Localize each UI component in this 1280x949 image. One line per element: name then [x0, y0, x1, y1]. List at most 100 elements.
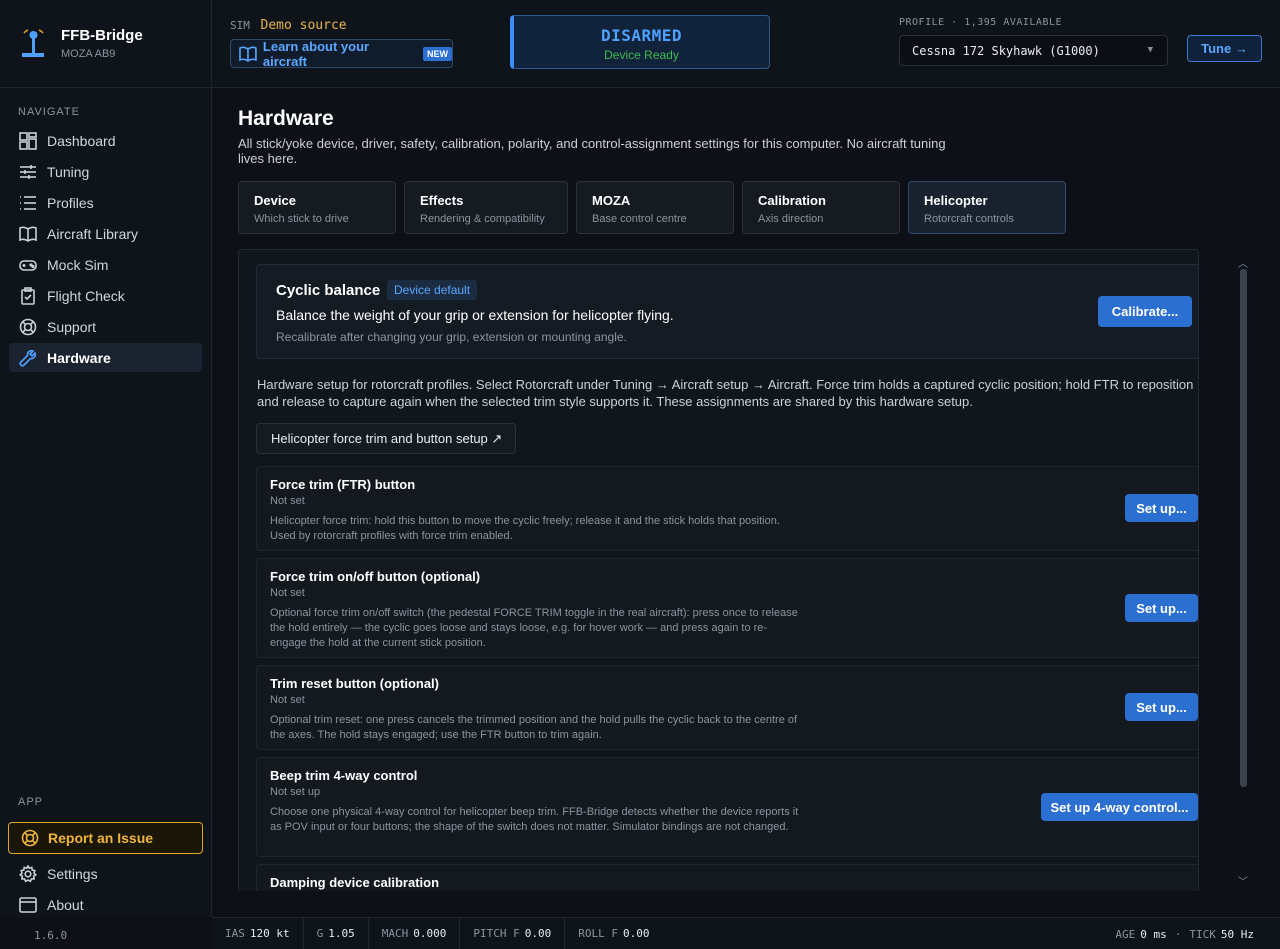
- telemetry-right: AGE 0 ms · TICK 50 Hz: [1115, 918, 1254, 949]
- row-status: Not set: [270, 694, 305, 706]
- sidebar-item-hardware[interactable]: Hardware: [9, 343, 202, 372]
- mach-label: MACH: [381, 927, 409, 940]
- tab-helicopter[interactable]: Helicopter Rotorcraft controls: [908, 181, 1066, 234]
- tab-title: Effects: [420, 193, 464, 208]
- report-issue-label: Report an Issue: [48, 830, 154, 846]
- app-version: 1.6.0: [34, 929, 68, 942]
- scroll-up-icon[interactable]: ︿: [1238, 255, 1248, 270]
- nav-heading: NAVIGATE: [18, 106, 80, 118]
- ias-value: 120 kt: [249, 927, 290, 940]
- scroll-down-icon[interactable]: ﹀: [1238, 873, 1248, 888]
- row-status: Not set up: [270, 786, 321, 798]
- sidebar-item-dashboard[interactable]: Dashboard: [9, 126, 202, 155]
- sidebar-item-settings[interactable]: Settings: [9, 859, 203, 888]
- sidebar-item-flight-check[interactable]: Flight Check: [9, 281, 202, 310]
- tab-effects[interactable]: Effects Rendering & compatibility: [404, 181, 568, 234]
- row-description: Helicopter force trim: hold this button …: [270, 515, 780, 542]
- telemetry-roll-force: ROLL F 0.00: [565, 918, 662, 949]
- tab-subtitle: Axis direction: [758, 213, 824, 225]
- sidebar-item-label: Settings: [47, 865, 98, 882]
- window-icon: [18, 895, 37, 914]
- clipboard-icon: [18, 286, 37, 305]
- tune-button[interactable]: Tune →: [1187, 35, 1262, 62]
- tab-device[interactable]: Device Which stick to drive: [238, 181, 396, 234]
- row-description: Optional force trim on/off switch (the p…: [270, 607, 798, 649]
- force-trim-toggle-setup-button[interactable]: Set up...: [1125, 594, 1198, 622]
- profile-select[interactable]: Cessna 172 Skyhawk (G1000) ▼: [899, 35, 1168, 66]
- tab-subtitle: Rendering & compatibility: [420, 213, 545, 225]
- beep-trim-setup-button[interactable]: Set up 4-way control...: [1041, 793, 1198, 821]
- telemetry-pitch-force: PITCH F 0.00: [460, 917, 566, 949]
- hardware-tabs: Device Which stick to drive Effects Rend…: [238, 181, 1074, 234]
- learn-aircraft-button[interactable]: Learn about your aircraft NEW: [230, 38, 453, 69]
- trim-reset-setup-button[interactable]: Set up...: [1125, 693, 1198, 721]
- sidebar-item-label: Aircraft Library: [47, 225, 139, 242]
- sidebar: FFB-Bridge MOZA AB9 NAVIGATE Dashboard T…: [0, 0, 212, 942]
- learn-aircraft-label: Learn about your aircraft: [262, 38, 370, 69]
- cyclic-balance-card: Cyclic balance Device default Balance th…: [256, 264, 1198, 359]
- brand-subtitle: MOZA AB9: [61, 48, 116, 60]
- main-content: Hardware All stick/yoke device, driver, …: [212, 89, 1280, 917]
- scrollbar-thumb[interactable]: [1240, 269, 1247, 787]
- calibrate-button[interactable]: Calibrate...: [1098, 296, 1192, 327]
- sim-label: SIM: [230, 19, 250, 32]
- profile-select-value: Cessna 172 Skyhawk (G1000): [912, 43, 1100, 58]
- roll-force-label: ROLL F: [578, 927, 618, 940]
- tick-value: 50 Hz: [1220, 927, 1254, 941]
- profile-label: PROFILE · 1,395 AVAILABLE: [899, 17, 1063, 28]
- g-label: G: [316, 927, 324, 940]
- sidebar-item-label: Dashboard: [47, 132, 116, 149]
- page-description: All stick/yoke device, driver, safety, c…: [238, 136, 946, 166]
- g-value: 1.05: [328, 927, 355, 940]
- sidebar-item-label: About: [47, 896, 84, 913]
- row-title: Damping device calibration: [270, 875, 440, 890]
- tab-title: Helicopter: [924, 193, 988, 208]
- topbar: SIM Demo source Learn about your aircraf…: [212, 0, 1280, 88]
- pitch-force-value: 0.00: [524, 927, 552, 940]
- row-status: Not set: [270, 587, 305, 599]
- sidebar-item-label: Profiles: [47, 194, 94, 211]
- app-heading: APP: [18, 796, 44, 808]
- roll-force-value: 0.00: [622, 927, 650, 940]
- sidebar-item-about[interactable]: About: [9, 890, 203, 919]
- cyclic-balance-description: Balance the weight of your grip or exten…: [276, 307, 674, 323]
- gear-icon: [18, 864, 37, 883]
- arm-status-title: DISARMED: [600, 26, 683, 45]
- new-badge: NEW: [423, 46, 452, 61]
- mach-value: 0.000: [413, 927, 447, 940]
- sidebar-item-aircraft-library[interactable]: Aircraft Library: [9, 219, 202, 248]
- sidebar-item-label: Flight Check: [47, 287, 125, 304]
- sidebar-item-profiles[interactable]: Profiles: [9, 188, 202, 217]
- pitch-force-label: PITCH F: [473, 927, 520, 940]
- tab-title: MOZA: [592, 193, 631, 208]
- cyclic-balance-note: Recalibrate after changing your grip, ex…: [276, 330, 627, 344]
- tab-title: Calibration: [758, 193, 826, 208]
- brand: FFB-Bridge MOZA AB9: [0, 0, 211, 88]
- device-default-badge: Device default: [387, 280, 478, 300]
- ftr-setup-button[interactable]: Set up...: [1125, 494, 1198, 522]
- tab-subtitle: Base control centre: [592, 213, 687, 225]
- tab-calibration[interactable]: Calibration Axis direction: [742, 181, 900, 234]
- sidebar-item-tuning[interactable]: Tuning: [9, 157, 202, 186]
- telemetry-g: G 1.05: [304, 917, 369, 949]
- age-label: AGE: [1115, 927, 1136, 941]
- trim-reset-row: Trim reset button (optional) Not set Opt…: [256, 665, 1198, 750]
- report-issue-button[interactable]: Report an Issue: [8, 822, 203, 854]
- ias-label: IAS: [225, 927, 245, 940]
- sidebar-item-mock-sim[interactable]: Mock Sim: [9, 250, 202, 279]
- joystick-logo-icon: [20, 28, 46, 59]
- app-section: APP Report an Issue Settings About 1.6.0: [0, 796, 212, 942]
- tick-label: TICK: [1189, 927, 1216, 941]
- helicopter-setup-link-button[interactable]: Helicopter force trim and button setup ↗: [256, 423, 516, 454]
- wrench-icon: [18, 348, 37, 367]
- telemetry-mach: MACH 0.000: [369, 917, 461, 949]
- arm-status-box[interactable]: DISARMED Device Ready: [510, 15, 770, 69]
- telemetry-ias: IAS 120 kt: [212, 917, 304, 949]
- sliders-icon: [18, 162, 37, 181]
- sim-value: Demo source: [260, 18, 347, 33]
- sidebar-item-label: Tuning: [47, 163, 90, 180]
- tab-moza[interactable]: MOZA Base control centre: [576, 181, 734, 234]
- row-title: Force trim (FTR) button: [270, 477, 416, 492]
- separator-dot: ·: [1174, 927, 1182, 941]
- sidebar-item-support[interactable]: Support: [9, 312, 202, 341]
